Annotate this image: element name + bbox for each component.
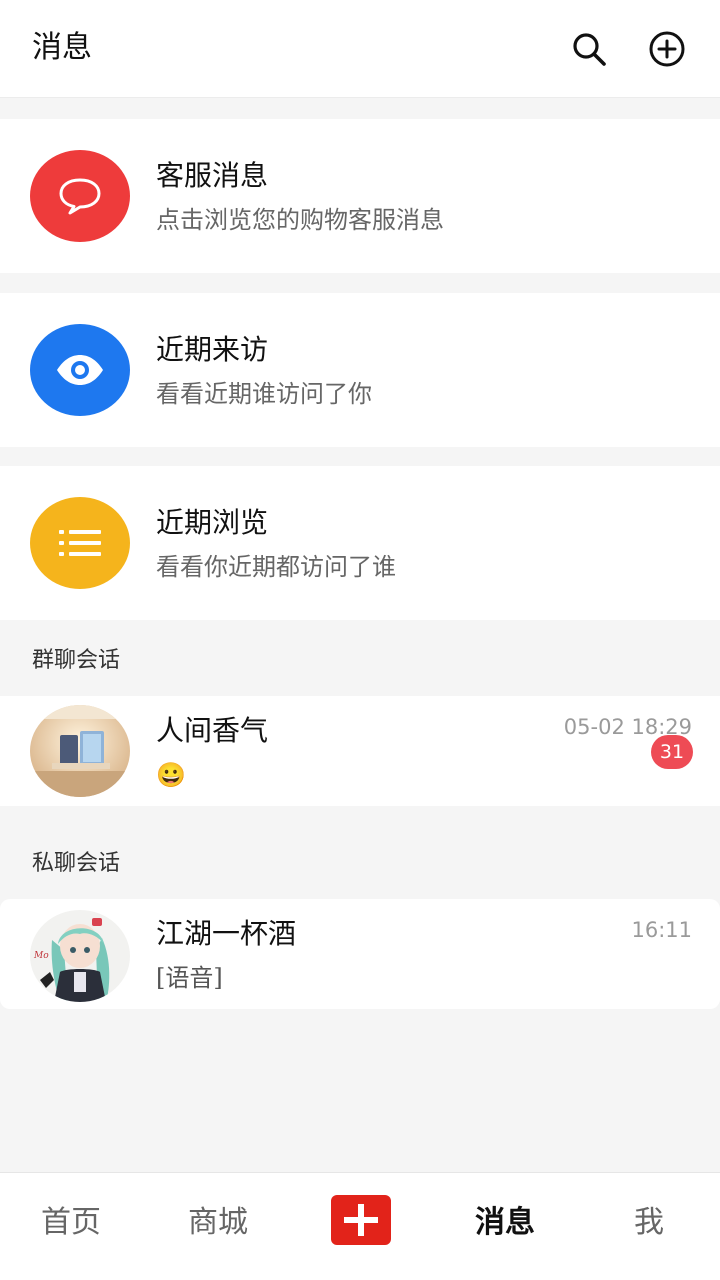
recent-visitors-subtitle: 看看近期谁访问了你 [156, 380, 372, 408]
recent-browsing-icon-circle [30, 497, 130, 589]
group-chat-section-label: 群聊会话 [32, 648, 121, 673]
recent-visitors-icon-circle [30, 324, 130, 416]
publish-button[interactable] [331, 1195, 391, 1245]
nav-messages[interactable]: 消息 [450, 1203, 560, 1243]
search-icon [573, 33, 606, 66]
bottom-navigation: 首页 商城 消息 我 [0, 1172, 720, 1280]
eye-icon [57, 355, 103, 385]
unread-badge: 31 [651, 735, 693, 769]
svg-text:Mo: Mo [33, 951, 49, 961]
recent-browsing-title: 近期浏览 [156, 506, 269, 539]
customer-service-card[interactable]: 客服消息 点击浏览您的购物客服消息 [0, 119, 720, 273]
customer-service-title: 客服消息 [156, 159, 269, 192]
list-icon [59, 530, 101, 556]
nav-mall[interactable]: 商城 [163, 1203, 273, 1243]
conversation-preview: 😀 [156, 761, 186, 789]
private-chat-section-label: 私聊会话 [32, 851, 121, 876]
anime-girl-avatar: Mo [30, 910, 130, 1002]
search-button[interactable] [568, 28, 610, 70]
nav-home[interactable]: 首页 [16, 1203, 126, 1243]
nav-me[interactable]: 我 [594, 1203, 704, 1243]
customer-service-icon-circle [30, 150, 130, 242]
add-button[interactable] [646, 28, 688, 70]
recent-visitors-card[interactable]: 近期来访 看看近期谁访问了你 [0, 293, 720, 447]
add-circle-icon [649, 31, 685, 67]
private-conversation-row[interactable]: Mo 江湖一杯酒 16:11 [语音] [0, 899, 720, 1009]
room-photo-avatar [30, 705, 130, 797]
recent-visitors-title: 近期来访 [156, 333, 269, 366]
recent-browsing-subtitle: 看看你近期都访问了谁 [156, 553, 396, 581]
conversation-preview: [语音] [156, 964, 223, 992]
group-conversation-row[interactable]: 人间香气 05-02 18:29 😀 [0, 696, 720, 806]
customer-service-subtitle: 点击浏览您的购物客服消息 [156, 206, 444, 234]
conversation-time: 16:11 [631, 918, 692, 942]
plus-icon [344, 1204, 378, 1236]
chat-bubble-icon [59, 178, 101, 215]
page-title: 消息 [32, 30, 92, 65]
conversation-name: 人间香气 [156, 714, 269, 747]
conversation-name: 江湖一杯酒 [156, 917, 297, 950]
top-bar: 消息 [0, 0, 720, 98]
recent-browsing-card[interactable]: 近期浏览 看看你近期都访问了谁 [0, 466, 720, 620]
